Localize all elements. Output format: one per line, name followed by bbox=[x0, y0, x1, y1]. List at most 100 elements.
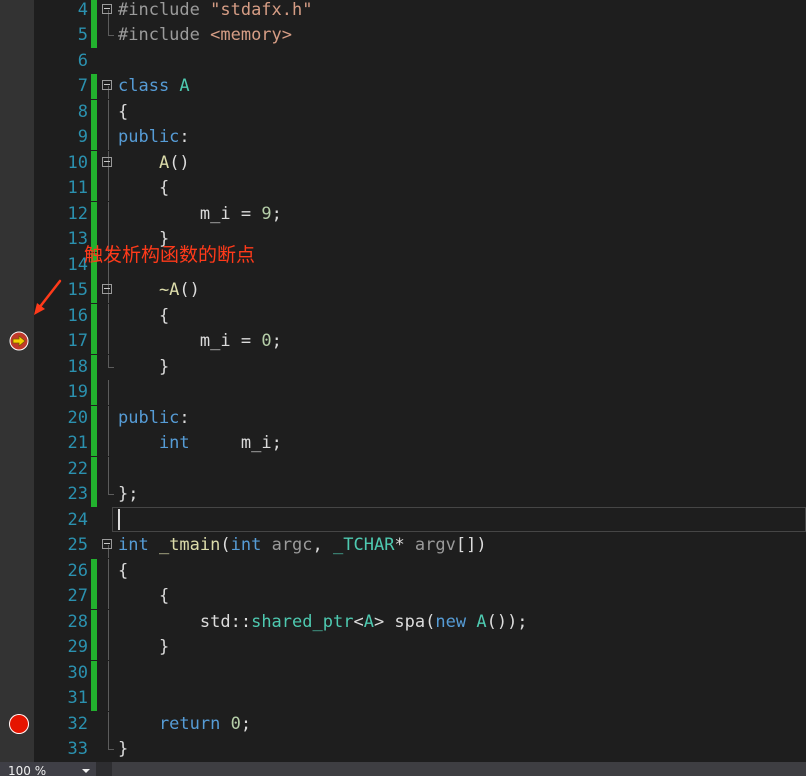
collapse-icon[interactable] bbox=[102, 284, 112, 294]
change-tracking-bar bbox=[91, 278, 97, 303]
code-line[interactable]: 23}; bbox=[0, 482, 806, 507]
line-number: 6 bbox=[77, 50, 88, 71]
code-token: { bbox=[118, 586, 170, 606]
code-line[interactable]: 6 bbox=[0, 49, 806, 74]
code-text[interactable]: std::shared_ptr<A> spa(new A()); bbox=[118, 610, 528, 635]
code-text[interactable]: } bbox=[118, 635, 169, 660]
code-line[interactable]: 31 bbox=[0, 686, 806, 711]
change-tracking-bar bbox=[91, 354, 97, 380]
chevron-down-icon bbox=[82, 769, 90, 773]
code-line[interactable]: 29 } bbox=[0, 635, 806, 660]
code-text[interactable]: }; bbox=[118, 482, 138, 507]
line-number: 31 bbox=[67, 688, 88, 708]
line-number: 33 bbox=[67, 739, 88, 759]
outline-guide bbox=[108, 609, 109, 635]
outline-guide bbox=[108, 380, 109, 405]
code-line[interactable]: 9 public: bbox=[0, 125, 806, 150]
collapse-icon[interactable] bbox=[102, 156, 112, 167]
breakpoint-icon[interactable] bbox=[9, 714, 29, 734]
change-tracking-bar bbox=[91, 558, 97, 584]
code-text[interactable]: class A bbox=[118, 74, 190, 99]
code-token: , bbox=[312, 535, 334, 555]
code-text[interactable]: int _tmain(int argc, _TCHAR* argv[]) bbox=[118, 533, 487, 558]
outline-guide-end bbox=[108, 737, 114, 750]
code-text[interactable]: public: bbox=[118, 406, 190, 431]
code-line[interactable]: 8{ bbox=[0, 99, 806, 125]
code-token: { bbox=[118, 305, 170, 326]
code-line[interactable]: 21 int m_i; bbox=[0, 431, 806, 456]
code-token: 9 bbox=[261, 203, 272, 224]
code-line[interactable]: 32 return 0; bbox=[0, 711, 806, 737]
code-text[interactable]: } bbox=[118, 355, 169, 380]
line-number: 7 bbox=[77, 76, 88, 96]
code-token: : bbox=[179, 407, 190, 428]
code-token: ()); bbox=[486, 611, 528, 632]
change-tracking-bar bbox=[91, 431, 97, 456]
code-line[interactable]: 26 { bbox=[0, 558, 806, 584]
code-text[interactable]: #include <memory> bbox=[118, 23, 292, 48]
code-token: m_i bbox=[118, 331, 231, 351]
code-text[interactable]: #include "stdafx.h" bbox=[118, 0, 312, 23]
code-line[interactable]: 15 ~A() bbox=[0, 278, 806, 303]
code-text[interactable]: return 0; bbox=[118, 712, 251, 737]
code-line[interactable]: 7 class A bbox=[0, 74, 806, 99]
code-token: int bbox=[118, 535, 159, 555]
code-text[interactable]: int m_i; bbox=[118, 431, 282, 456]
line-number: 27 bbox=[67, 586, 88, 606]
code-line[interactable]: 16 { bbox=[0, 303, 806, 329]
line-number: 11 bbox=[67, 178, 88, 198]
code-token: return bbox=[118, 713, 231, 734]
code-line[interactable]: 4 #include "stdafx.h" bbox=[0, 0, 806, 23]
code-line[interactable]: 10 A() bbox=[0, 150, 806, 176]
code-line[interactable]: 28 std::shared_ptr<A> spa(new A()); bbox=[0, 609, 806, 635]
code-text[interactable]: { bbox=[118, 559, 128, 584]
code-text[interactable]: ~A() bbox=[118, 278, 200, 303]
code-text[interactable]: { bbox=[118, 176, 169, 201]
line-number: 23 bbox=[67, 484, 88, 504]
code-text[interactable]: m_i = 0; bbox=[118, 329, 282, 354]
collapse-icon[interactable] bbox=[102, 80, 112, 90]
code-token: ( bbox=[220, 535, 231, 555]
code-token: ( bbox=[425, 611, 436, 632]
code-line[interactable]: 12 m_i = 9; bbox=[0, 201, 806, 227]
horizontal-scrollbar[interactable] bbox=[112, 762, 806, 776]
code-text[interactable]: { bbox=[118, 584, 169, 609]
code-line[interactable]: 33} bbox=[0, 737, 806, 762]
code-text[interactable]: { bbox=[118, 100, 128, 125]
code-line[interactable]: 11 { bbox=[0, 176, 806, 201]
code-text[interactable]: public: bbox=[118, 125, 190, 150]
outline-guide-end bbox=[108, 354, 114, 368]
code-token: ; bbox=[271, 433, 282, 453]
zoom-level: 100 % bbox=[8, 764, 47, 776]
code-token: #include bbox=[118, 0, 211, 20]
line-number: 20 bbox=[67, 407, 88, 428]
collapse-icon[interactable] bbox=[102, 3, 112, 14]
code-line[interactable]: 27 { bbox=[0, 584, 806, 609]
code-line[interactable]: 5 #include <memory> bbox=[0, 23, 806, 48]
code-line[interactable]: 22 bbox=[0, 456, 806, 482]
code-token: A bbox=[179, 76, 190, 96]
zoom-dropdown[interactable]: 100 % bbox=[0, 762, 96, 776]
code-line[interactable]: 30 bbox=[0, 660, 806, 686]
annotation-arrow-icon bbox=[34, 279, 62, 315]
code-line[interactable]: 18 } bbox=[0, 354, 806, 380]
code-token: :: bbox=[230, 611, 252, 632]
outline-guide bbox=[108, 303, 109, 329]
code-editor[interactable]: 4 #include "stdafx.h" 5 #include <memory> 6 7… bbox=[0, 0, 806, 762]
code-line[interactable]: 25 int _tmain(int argc, _TCHAR* argv[]) bbox=[0, 533, 806, 558]
code-token: = bbox=[230, 331, 262, 351]
code-text[interactable]: m_i = 9; bbox=[118, 202, 282, 227]
line-number: 32 bbox=[67, 713, 88, 734]
code-line[interactable]: 17 m_i = 0; bbox=[0, 329, 806, 354]
code-line[interactable]: 19 bbox=[0, 380, 806, 405]
outline-guide bbox=[108, 405, 109, 431]
code-text[interactable]: A() bbox=[118, 151, 190, 176]
next-statement-arrow-icon[interactable] bbox=[9, 331, 29, 351]
code-token: () bbox=[179, 280, 200, 300]
code-text[interactable]: { bbox=[118, 304, 169, 329]
code-token: < bbox=[353, 611, 364, 632]
collapse-icon[interactable] bbox=[102, 539, 112, 549]
code-text[interactable]: } bbox=[118, 737, 128, 762]
code-line[interactable]: 20 public: bbox=[0, 405, 806, 431]
code-token: []) bbox=[455, 535, 487, 555]
